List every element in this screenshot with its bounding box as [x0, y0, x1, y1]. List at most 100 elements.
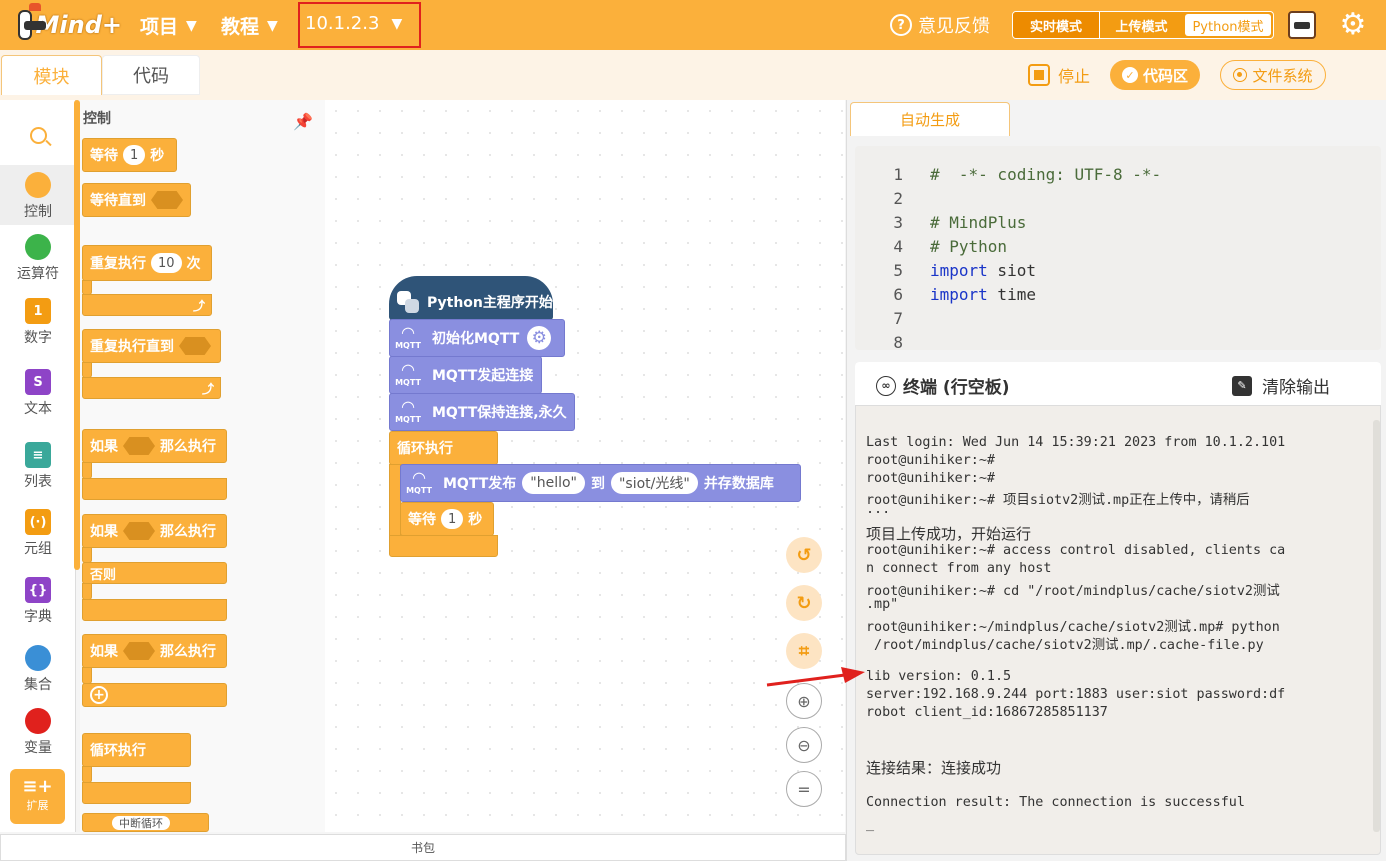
- settings-gear-icon[interactable]: ⚙: [1338, 10, 1368, 40]
- variable-dot-icon: [25, 708, 51, 734]
- code-line: 2: [855, 189, 930, 213]
- stop-label: 停止: [1058, 67, 1091, 86]
- block-text: Python主程序开始: [427, 295, 553, 311]
- menu-project[interactable]: 项目 ▼: [140, 12, 197, 39]
- block-text: 那么执行: [160, 644, 216, 660]
- block-if-else[interactable]: 如果 那么执行: [82, 514, 227, 548]
- zoom-reset-icon[interactable]: =: [786, 771, 822, 807]
- code-text: import siot: [930, 261, 1036, 285]
- tab-auto-generate[interactable]: 自动生成: [850, 102, 1010, 136]
- category-variable[interactable]: 变量: [0, 708, 76, 757]
- terminal-line: root@unihiker:~# access control disabled…: [866, 543, 1286, 558]
- block-text: 秒: [150, 148, 165, 164]
- mode-python-button[interactable]: Python模式: [1185, 14, 1271, 36]
- block-if-then[interactable]: 如果 那么执行: [82, 429, 227, 463]
- terminal-line: Connection result: The connection is suc…: [866, 795, 1245, 810]
- menu-tutorial-label: 教程: [221, 16, 260, 38]
- block-text: 到: [590, 476, 605, 492]
- block-text: 秒: [468, 512, 483, 528]
- category-text[interactable]: S 文本: [0, 369, 76, 418]
- publish-topic-input[interactable]: "siot/光线": [610, 472, 698, 494]
- dict-icon: {}: [25, 577, 51, 603]
- condition-slot[interactable]: [123, 642, 155, 660]
- block-repeat-until-bottom: [82, 377, 221, 399]
- block-text: 等待直到: [90, 193, 146, 209]
- set-venn-icon: [25, 645, 51, 671]
- add-else-plus-icon[interactable]: +: [90, 686, 108, 704]
- category-set[interactable]: 集合: [0, 645, 76, 694]
- stop-button[interactable]: 停止: [1028, 60, 1090, 90]
- code-text: # MindPlus: [930, 213, 1027, 232]
- category-dict[interactable]: {} 字典: [0, 577, 76, 626]
- terminal-line: root@unihiker:~/mindplus/cache/siotv2测试.…: [866, 620, 1280, 635]
- terminal-line: .mp": [866, 597, 899, 612]
- mindplus-logo[interactable]: Mind+: [18, 3, 122, 42]
- block-wait-until[interactable]: 等待直到: [82, 183, 191, 217]
- code-area-toggle[interactable]: ✓ 代码区: [1110, 60, 1200, 90]
- terminal-title: ∞ 终端 (行空板): [876, 373, 1009, 398]
- publish-message-input[interactable]: "hello": [522, 472, 585, 494]
- mode-realtime-button[interactable]: 实时模式: [1013, 12, 1099, 38]
- mode-upload-button[interactable]: 上传模式: [1099, 12, 1183, 38]
- clear-output-button[interactable]: ✎ 清除输出: [1232, 373, 1330, 398]
- version-dropdown[interactable]: 10.1.2.3 ▼: [305, 13, 402, 34]
- block-mqtt-connect[interactable]: ◠ MQTT MQTT发起连接: [389, 356, 542, 394]
- code-editor[interactable]: 1 # -*- coding: UTF-8 -*- 2 3 # MindPlus 4…: [855, 146, 1381, 350]
- file-system-toggle[interactable]: 文件系统: [1220, 60, 1326, 90]
- mqtt-settings-gear-icon[interactable]: ⚙: [527, 326, 552, 350]
- line-number: 2: [893, 189, 903, 208]
- wait-seconds-input[interactable]: 1: [123, 145, 146, 165]
- code-text: # -*- coding: UTF-8 -*-: [930, 165, 1162, 184]
- block-init-mqtt[interactable]: ◠ MQTT 初始化MQTT ⚙: [389, 319, 565, 357]
- undo-icon[interactable]: ↺: [786, 537, 822, 573]
- category-operators[interactable]: 运算符: [0, 234, 76, 283]
- block-wait[interactable]: 等待 1 秒: [82, 138, 177, 172]
- zoom-out-icon[interactable]: ⊖: [786, 727, 822, 763]
- block-text: 否则: [90, 567, 117, 583]
- condition-slot[interactable]: [179, 337, 211, 355]
- block-repeat-times[interactable]: 重复执行 10 次: [82, 245, 212, 281]
- clear-output-label: 清除输出: [1262, 378, 1330, 398]
- category-label: 文本: [24, 401, 52, 417]
- block-forever[interactable]: 循环执行: [82, 733, 191, 767]
- category-list[interactable]: ≡ 列表: [0, 442, 76, 491]
- block-text: 次: [186, 256, 201, 272]
- category-tuple[interactable]: (·) 元组: [0, 509, 76, 558]
- condition-slot[interactable]: [123, 522, 155, 540]
- line-number: 1: [893, 165, 903, 184]
- feedback-button[interactable]: ? 意见反馈: [890, 12, 990, 38]
- block-search-button[interactable]: [0, 110, 76, 160]
- pin-icon[interactable]: 📌: [293, 112, 313, 131]
- block-mqtt-publish[interactable]: ◠ MQTT MQTT发布 "hello" 到 "siot/光线" 并存数据库: [400, 464, 801, 502]
- tab-module[interactable]: 模块: [1, 55, 102, 95]
- repeat-count-input[interactable]: 10: [151, 253, 182, 273]
- break-loop-dropdown[interactable]: 中断循环: [112, 815, 170, 830]
- category-control[interactable]: 控制: [0, 165, 76, 225]
- category-label: 运算符: [17, 266, 59, 282]
- block-if-then-plus[interactable]: 如果 那么执行: [82, 634, 227, 668]
- backpack-bar[interactable]: 书包: [0, 834, 846, 861]
- wait-seconds-input[interactable]: 1: [441, 509, 464, 529]
- stop-icon: [1028, 64, 1050, 86]
- mqtt-label: MQTT: [395, 415, 421, 424]
- category-number[interactable]: 1 数字: [0, 298, 76, 347]
- terminal-scrollbar[interactable]: [1373, 420, 1380, 832]
- extension-button[interactable]: ≡+ 扩展: [10, 769, 65, 824]
- block-break-loop[interactable]: 中断循环: [82, 813, 209, 832]
- block-mqtt-keepalive[interactable]: ◠ MQTT MQTT保持连接,永久: [389, 393, 575, 431]
- user-avatar[interactable]: [1288, 11, 1316, 39]
- version-label: 10.1.2.3: [305, 13, 380, 34]
- block-text: 等待: [90, 148, 118, 164]
- menu-tutorial[interactable]: 教程 ▼: [221, 12, 278, 39]
- redo-icon[interactable]: ↻: [786, 585, 822, 621]
- caret-down-icon: ▼: [186, 17, 197, 34]
- block-python-main[interactable]: Python主程序开始: [389, 276, 553, 320]
- tab-code[interactable]: 代码: [102, 55, 200, 95]
- terminal-line: n connect from any host: [866, 561, 1052, 576]
- block-wait-inner[interactable]: 等待 1 秒: [400, 502, 494, 536]
- block-forever-loop[interactable]: 循环执行: [389, 431, 498, 465]
- condition-slot[interactable]: [151, 191, 183, 209]
- condition-slot[interactable]: [123, 437, 155, 455]
- block-repeat-until[interactable]: 重复执行直到: [82, 329, 221, 363]
- block-if-bottom: [82, 478, 227, 500]
